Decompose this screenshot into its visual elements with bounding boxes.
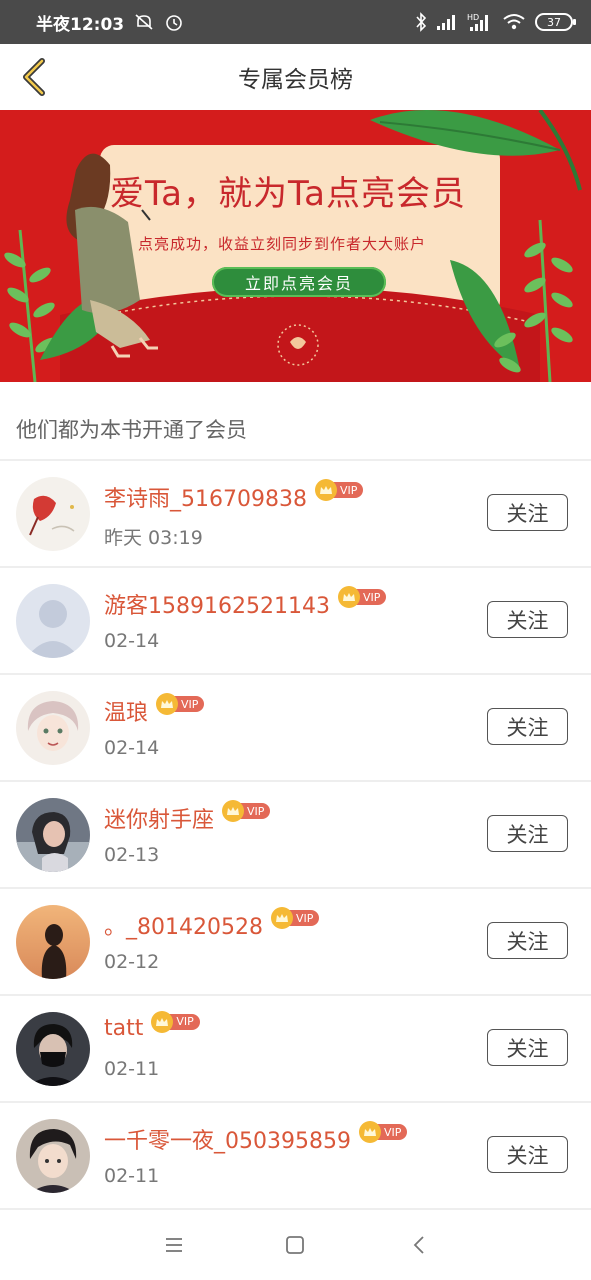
vip-badge: VIP [222, 800, 271, 822]
menu-button[interactable] [156, 1230, 192, 1260]
user-name[interactable]: 李诗雨_516709838 [104, 481, 307, 513]
user-name[interactable]: 迷你射手座 [104, 802, 214, 834]
user-name[interactable]: 温琅 [104, 695, 148, 727]
crown-icon [151, 1010, 174, 1033]
home-button[interactable] [277, 1230, 313, 1260]
system-nav-bar [0, 1210, 591, 1280]
signal-icon [436, 13, 458, 31]
crown-icon [270, 907, 293, 929]
promo-banner[interactable]: 爱Ta，就为Ta点亮会员 点亮成功，收益立刻同步到作者大大账户 立即点亮会员 [0, 110, 591, 382]
join-time: 02-12 [104, 951, 160, 973]
crown-icon [358, 1121, 381, 1143]
default-avatar[interactable] [16, 584, 90, 658]
crown-icon [314, 479, 337, 501]
list-item[interactable]: 游客1589162521143 VIP 02-14 关注 [0, 568, 591, 675]
status-bar: 半夜12:03 HD 37 [0, 0, 591, 44]
follow-button[interactable]: 关注 [487, 494, 568, 531]
signal-hd-icon: HD [467, 12, 493, 32]
join-time: 02-11 [104, 1165, 160, 1187]
user-name[interactable]: 。_801420528 [104, 909, 263, 941]
anime-boy-avatar[interactable] [16, 1119, 90, 1193]
photo-avatar[interactable] [16, 798, 90, 872]
title-bar: 专属会员榜 [0, 44, 591, 110]
list-item[interactable]: 。_801420528 VIP 02-12 关注 [0, 889, 591, 996]
list-item[interactable]: 一千零一夜_050395859 VIP 02-11 关注 [0, 1103, 591, 1210]
crown-icon [156, 693, 179, 715]
banner-subtitle: 点亮成功，收益立刻同步到作者大大账户 [138, 235, 427, 253]
hd-label: HD [467, 13, 479, 22]
vip-badge: VIP [270, 907, 320, 929]
follow-button[interactable]: 关注 [487, 601, 568, 638]
list-item[interactable]: tatt VIP 02-11 关注 [0, 996, 591, 1103]
member-list: 李诗雨_516709838 VIP 昨天 03:19 关注 游客15891625… [0, 461, 591, 1210]
masked-avatar[interactable] [16, 1012, 90, 1086]
user-name[interactable]: 一千零一夜_050395859 [104, 1123, 351, 1155]
vip-badge: VIP [314, 479, 364, 501]
crown-icon [222, 800, 245, 822]
join-time: 02-14 [104, 737, 160, 759]
user-name[interactable]: tatt [104, 1016, 143, 1041]
page-title: 专属会员榜 [238, 67, 353, 93]
vip-badge: VIP [151, 1010, 200, 1033]
crown-icon [337, 586, 360, 608]
back-button[interactable] [14, 57, 54, 97]
back-icon [413, 1236, 424, 1254]
system-back-button[interactable] [401, 1230, 437, 1260]
join-time: 02-14 [104, 630, 160, 652]
red-umbrella-avatar[interactable] [16, 477, 90, 551]
vip-badge: VIP [156, 693, 205, 715]
follow-button[interactable]: 关注 [487, 1029, 568, 1066]
mute-icon [134, 13, 154, 31]
vip-badge: VIP [358, 1121, 408, 1143]
follow-button[interactable]: 关注 [487, 815, 568, 852]
join-time: 02-13 [104, 844, 160, 866]
list-item[interactable]: 迷你射手座 VIP 02-13 关注 [0, 782, 591, 889]
banner-cta-button[interactable]: 立即点亮会员 [212, 267, 386, 297]
status-time: 半夜12:03 [36, 14, 125, 35]
anime-avatar[interactable] [16, 691, 90, 765]
vip-badge: VIP [337, 586, 387, 608]
follow-button[interactable]: 关注 [487, 708, 568, 745]
battery-icon: 37 [535, 13, 576, 31]
user-name[interactable]: 游客1589162521143 [104, 588, 330, 620]
follow-button[interactable]: 关注 [487, 922, 568, 959]
battery-level: 37 [547, 15, 561, 29]
chevron-left-icon [23, 58, 45, 96]
home-icon [286, 1236, 304, 1254]
join-time: 02-11 [104, 1058, 160, 1080]
list-item[interactable]: 李诗雨_516709838 VIP 昨天 03:19 关注 [0, 461, 591, 568]
follow-button[interactable]: 关注 [487, 1136, 568, 1173]
banner-headline: 爱Ta，就为Ta点亮会员 [110, 174, 466, 214]
bluetooth-icon [415, 12, 427, 32]
sunset-avatar[interactable] [16, 905, 90, 979]
join-time: 昨天 03:19 [104, 527, 203, 549]
list-item[interactable]: 温琅 VIP 02-14 关注 [0, 675, 591, 782]
wifi-icon [502, 13, 526, 31]
section-title: 他们都为本书开通了会员 [16, 418, 247, 442]
menu-icon [166, 1238, 182, 1252]
alarm-icon [164, 12, 184, 32]
